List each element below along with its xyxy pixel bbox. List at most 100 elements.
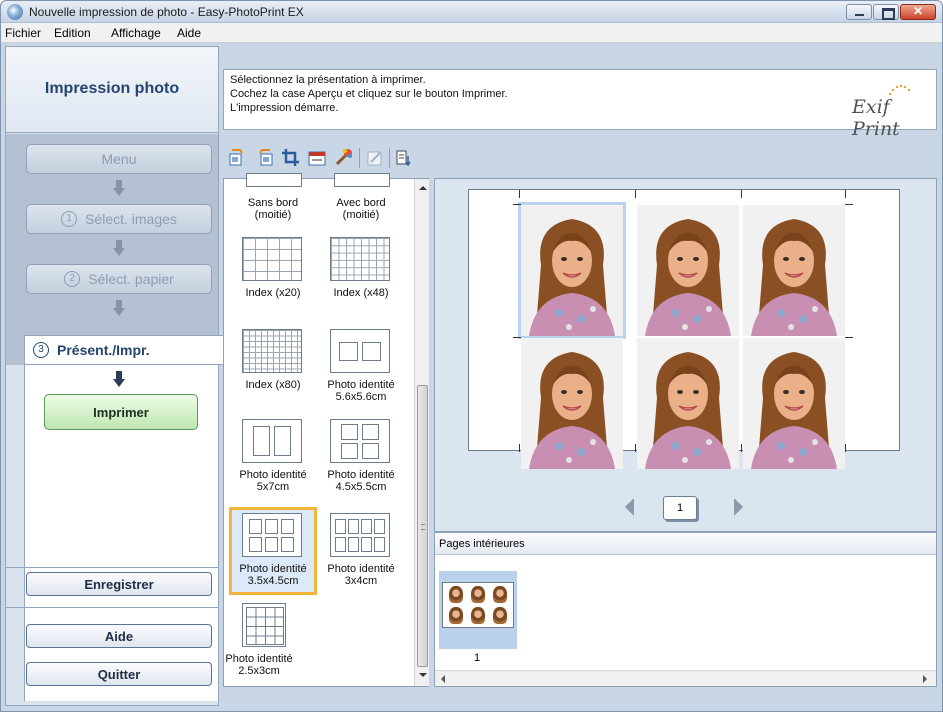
crop-mark (513, 204, 521, 205)
maximize-button[interactable] (873, 4, 899, 20)
menu-edition[interactable]: Edition (54, 26, 91, 40)
menu-aide[interactable]: Aide (177, 26, 201, 40)
close-button[interactable]: ✕ (900, 4, 936, 20)
page-thumbnail-label: 1 (474, 652, 481, 664)
app-window: Nouvelle impression de photo - Easy-Phot… (0, 0, 943, 712)
select-paper-step-button[interactable]: 2 Sélect. papier (26, 264, 212, 294)
quit-button[interactable]: Quitter (26, 662, 212, 686)
layout-list-panel: Sans bord (moitié) Avec bord (moitié) Inde… (223, 173, 429, 687)
inner-pages-panel: Pages intérieures 1 (434, 532, 937, 687)
select-images-step-button[interactable]: 1 Sélect. images (26, 204, 212, 234)
crop-mark (845, 337, 853, 338)
help-button[interactable]: Aide (26, 624, 212, 648)
layout-label: Photo identité (225, 653, 293, 665)
layout-toolbar (223, 138, 937, 178)
next-page-icon[interactable] (734, 498, 743, 516)
layout-item-id-3-5x4-5[interactable]: Photo identité 3.5x4.5cm (228, 563, 318, 587)
preview-photo[interactable] (743, 338, 845, 469)
layout-label: Photo identité (327, 469, 395, 481)
layout-list-scrollbar[interactable] (414, 179, 429, 686)
instructions-box: Sélectionnez la présentation à imprimer.… (223, 69, 937, 140)
crop-icon[interactable] (281, 148, 301, 168)
layout-item-index-48[interactable]: Index (x48) (316, 287, 406, 299)
layout-label: Photo identité (239, 563, 307, 575)
layout-thumb-index-48[interactable] (330, 237, 390, 281)
layout-label: 5.6x5.6cm (335, 391, 387, 403)
layout-item-borderless-half[interactable]: Sans bord (moitié) (228, 197, 318, 221)
print-preview-area (434, 178, 937, 532)
preview-photo[interactable] (637, 338, 739, 469)
layout-label: Photo identité (239, 469, 307, 481)
scroll-thumb[interactable] (417, 385, 428, 667)
mini-photo (449, 586, 463, 603)
down-arrow-icon (113, 240, 125, 256)
layout-item-bordered-half[interactable]: Avec bord (moitié) (316, 197, 406, 221)
layout-item-id-5x7[interactable]: Photo identité 5x7cm (228, 469, 318, 493)
steps-area: Menu 1 Sélect. images 2 Sélect. papier (6, 134, 218, 365)
preview-photo[interactable] (743, 205, 845, 336)
rotate-right-icon[interactable] (255, 148, 275, 168)
crop-mark (845, 444, 846, 452)
layout-thumb-id-5x7[interactable] (242, 419, 302, 463)
layout-print-step[interactable]: 3 Présent./Impr. (24, 335, 224, 365)
rotate-left-icon[interactable] (227, 148, 247, 168)
down-arrow-icon (113, 300, 125, 316)
toolbar-separator (359, 148, 360, 168)
layout-thumb[interactable] (246, 173, 302, 187)
layout-label: Photo identité (327, 563, 395, 575)
layout-label: 3.5x4.5cm (247, 575, 299, 587)
layout-item-id-4-5x5-5[interactable]: Photo identité 4.5x5.5cm (316, 469, 406, 493)
mini-photo (471, 586, 485, 603)
inner-pages-scrollbar[interactable] (435, 670, 936, 686)
layout-label: (moitié) (254, 209, 292, 221)
scroll-left-icon[interactable] (441, 675, 445, 683)
layout-thumb[interactable] (334, 173, 390, 187)
navigation-panel: Impression photo Menu 1 Sélect. images 2S… (5, 46, 224, 706)
scroll-right-icon[interactable] (923, 675, 927, 683)
scroll-up-icon[interactable] (419, 186, 427, 190)
layout-label: 5x7cm (256, 481, 290, 493)
layout-item-index-20[interactable]: Index (x20) (228, 287, 318, 299)
menu-step-button[interactable]: Menu (26, 144, 212, 174)
layout-thumb-id-3-5x4-5[interactable] (242, 513, 302, 557)
menu-affichage[interactable]: Affichage (111, 26, 161, 40)
layout-item-id-5-6[interactable]: Photo identité 5.6x5.6cm (316, 379, 406, 403)
preview-photo[interactable] (637, 205, 739, 336)
correct-image-icon[interactable] (333, 148, 353, 168)
print-button[interactable]: Imprimer (44, 394, 198, 430)
layout-label: 4.5x5.5cm (335, 481, 387, 493)
menu-fichier[interactable]: Fichier (5, 26, 41, 40)
save-button[interactable]: Enregistrer (26, 572, 212, 596)
scroll-down-icon[interactable] (419, 673, 427, 677)
layout-settings-icon[interactable] (395, 148, 415, 168)
select-images-label: Sélect. images (85, 211, 177, 227)
layout-item-id-2-5x3[interactable]: Photo identité 2.5x3cm (214, 653, 304, 677)
layout-thumb-id-5-6[interactable] (330, 329, 390, 373)
date-settings-icon[interactable] (307, 148, 327, 168)
down-arrow-icon (113, 371, 125, 387)
edit-disabled-icon[interactable] (365, 148, 385, 168)
crop-mark (519, 444, 520, 452)
layout-label: Sans bord (247, 197, 299, 209)
minimize-button[interactable] (846, 4, 872, 20)
layout-thumb-index-80[interactable] (242, 329, 302, 373)
page-thumbnail[interactable] (442, 582, 514, 628)
instruction-line-1: Sélectionnez la présentation à imprimer. (230, 74, 426, 86)
layout-thumb-id-3x4[interactable] (330, 513, 390, 557)
layout-thumb-id-2-5x3[interactable] (242, 603, 286, 647)
mini-photo (493, 607, 507, 624)
layout-thumb-id-4-5x5-5[interactable] (330, 419, 390, 463)
inner-pages-header: Pages intérieures (435, 533, 936, 555)
layout-item-id-3x4[interactable]: Photo identité 3x4cm (316, 563, 406, 587)
crop-mark (513, 337, 521, 338)
layout-item-index-80[interactable]: Index (x80) (228, 379, 318, 391)
close-icon: ✕ (912, 4, 924, 18)
layout-label: (moitié) (342, 209, 380, 221)
layout-thumb-index-20[interactable] (242, 237, 302, 281)
preview-photo[interactable] (521, 338, 623, 469)
preview-photo[interactable] (518, 202, 626, 339)
divider (6, 607, 218, 608)
step-number-3: 3 (33, 342, 49, 358)
mini-photo (449, 607, 463, 624)
previous-page-icon[interactable] (625, 498, 634, 516)
